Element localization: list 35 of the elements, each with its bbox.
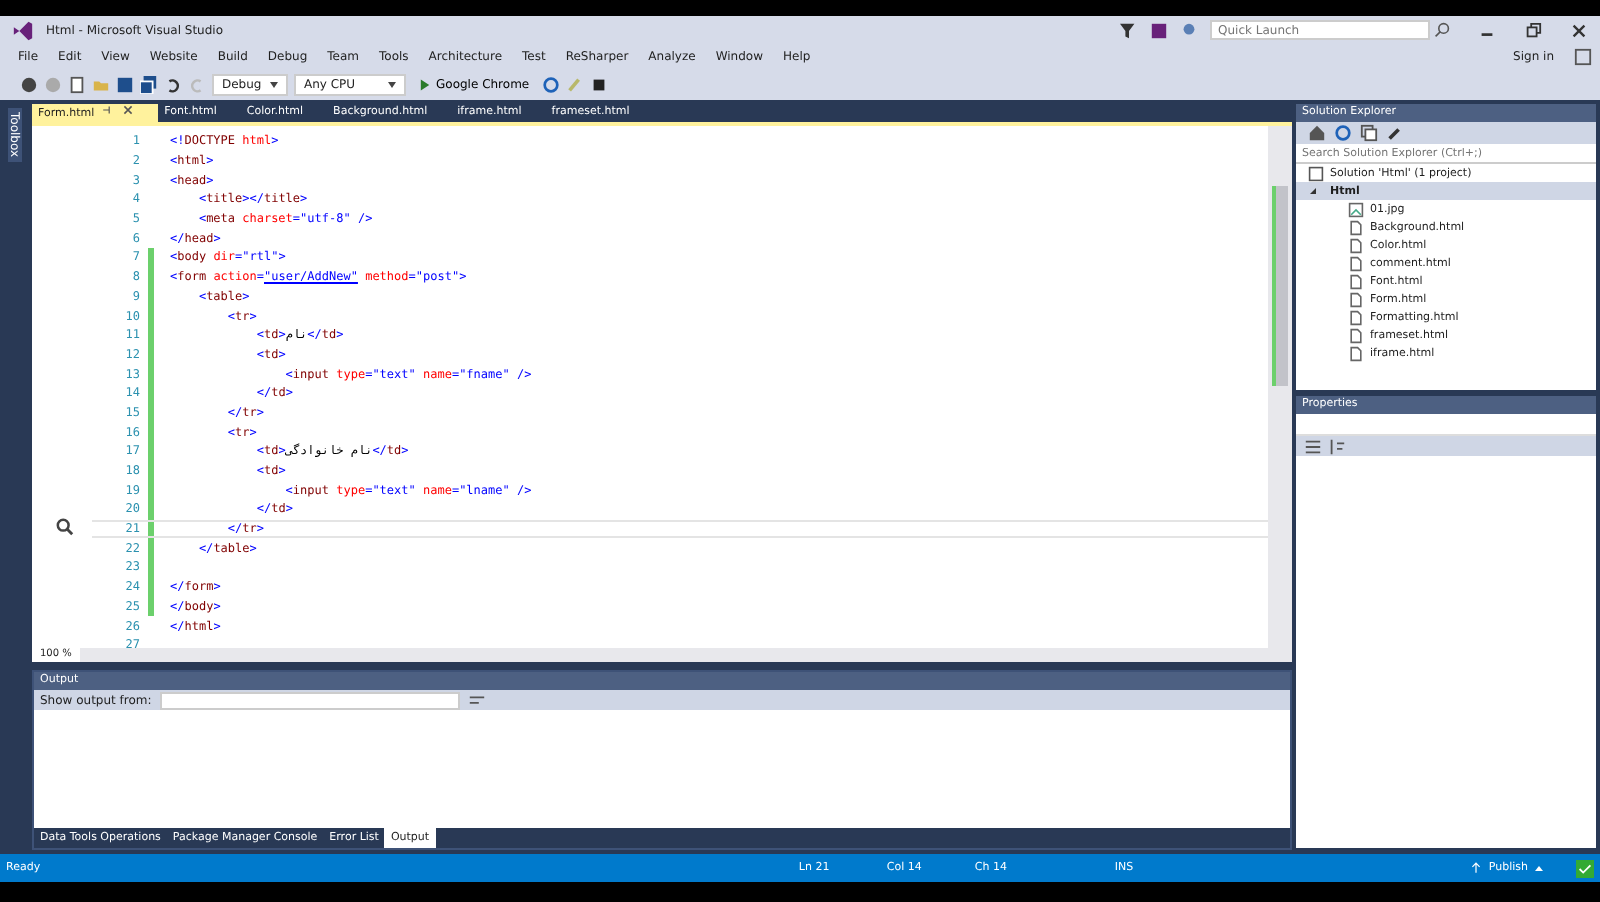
close-icon[interactable] [1570, 21, 1588, 39]
word-wrap-icon[interactable] [467, 691, 486, 709]
pin-icon[interactable] [102, 104, 115, 116]
copy-icon[interactable] [1360, 124, 1378, 142]
restore-icon[interactable] [1524, 21, 1542, 39]
save-icon[interactable] [116, 75, 134, 93]
feedback-icon[interactable] [1180, 21, 1198, 39]
close-icon[interactable] [122, 104, 135, 116]
new-project-icon[interactable] [68, 75, 86, 93]
save-all-icon[interactable] [140, 75, 158, 93]
refresh-icon[interactable] [541, 75, 560, 93]
visual-studio-logo-icon [12, 19, 34, 41]
sync-icon[interactable] [1334, 124, 1352, 142]
image-file-icon [1348, 201, 1364, 217]
solution-icon [1308, 165, 1324, 181]
up-arrow-icon [1470, 862, 1483, 874]
account-icon[interactable] [1574, 47, 1592, 65]
sort-icon[interactable] [1328, 437, 1346, 455]
expand-arrow-icon[interactable] [1308, 186, 1318, 196]
magnifier-icon [56, 518, 74, 536]
undo-icon[interactable] [164, 75, 182, 93]
check-icon [1576, 859, 1594, 877]
caret-icon [1534, 863, 1544, 873]
filter-icon [1120, 21, 1138, 39]
search-icon[interactable] [1434, 22, 1450, 38]
caret-icon [388, 81, 396, 87]
notification-icon[interactable] [1150, 21, 1168, 39]
caret-icon [270, 81, 278, 87]
play-icon [418, 77, 432, 91]
scroll-thumb[interactable] [1272, 186, 1288, 386]
bookmark-icon[interactable] [589, 75, 608, 93]
wrench-icon[interactable] [1386, 124, 1404, 142]
categorized-icon[interactable] [1304, 437, 1322, 455]
scrollbar[interactable] [1268, 126, 1292, 648]
back-icon[interactable] [20, 75, 38, 93]
